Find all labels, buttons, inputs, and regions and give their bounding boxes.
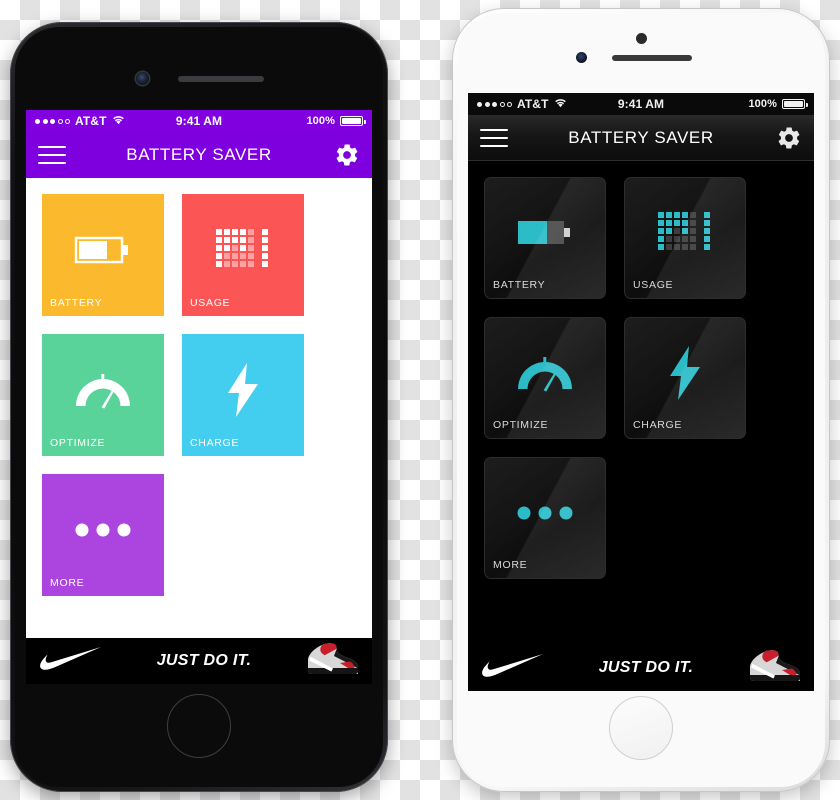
tile-charge[interactable]: CHARGE (182, 334, 304, 456)
proximity-sensor-icon (636, 33, 647, 44)
tile-grid: BATTERY USAGE OPTIMIZE CHARGE MORE (484, 177, 798, 579)
tile-label: BATTERY (50, 297, 103, 309)
black-iphone-screen: AT&T 9:41 AM 100% BATTERY SAVER BATTERY … (26, 110, 372, 684)
app-header: BATTERY SAVER (468, 115, 814, 161)
lightning-bolt-icon (182, 334, 304, 451)
carrier-label: AT&T (75, 114, 107, 128)
sneaker-icon (306, 642, 359, 680)
tile-battery[interactable]: BATTERY (42, 194, 164, 316)
usage-grid-icon (625, 178, 745, 293)
status-bar: AT&T 9:41 AM 100% (468, 93, 814, 115)
ad-slogan: JUST DO IT. (598, 659, 694, 676)
white-iphone-device: AT&T 9:41 AM 100% BATTERY SAVER BATTERY … (452, 8, 830, 792)
hamburger-menu-icon[interactable] (480, 128, 508, 147)
tile-label: USAGE (633, 279, 674, 291)
nike-swoosh-icon (482, 653, 544, 683)
hamburger-menu-icon[interactable] (38, 146, 66, 164)
battery-icon (42, 194, 164, 311)
wifi-icon (112, 114, 125, 128)
sneaker-icon (748, 649, 801, 687)
page-title: BATTERY SAVER (126, 145, 272, 164)
tile-more[interactable]: MORE (42, 474, 164, 596)
tile-label: CHARGE (190, 437, 240, 449)
earpiece-speaker (178, 76, 264, 82)
signal-dots-icon (35, 118, 70, 124)
tile-label: OPTIMIZE (493, 419, 549, 431)
front-camera-icon (136, 72, 149, 85)
home-button[interactable] (609, 696, 673, 760)
front-camera-icon (576, 52, 587, 63)
black-iphone-device: AT&T 9:41 AM 100% BATTERY SAVER BATTERY … (10, 22, 388, 792)
tile-label: USAGE (190, 297, 231, 309)
signal-dots-icon (477, 101, 512, 107)
speedometer-icon (485, 318, 605, 433)
tile-usage[interactable]: USAGE (624, 177, 746, 299)
speedometer-icon (42, 334, 164, 451)
tile-more[interactable]: MORE (484, 457, 606, 579)
wifi-icon (554, 97, 567, 111)
tile-label: MORE (493, 559, 528, 571)
tile-grid-container: BATTERY USAGE OPTIMIZE CHARGE MORE (26, 178, 372, 638)
lightning-bolt-icon (625, 318, 745, 433)
tile-battery[interactable]: BATTERY (484, 177, 606, 299)
tile-charge[interactable]: CHARGE (624, 317, 746, 439)
carrier-label: AT&T (517, 97, 549, 111)
ad-banner[interactable]: JUST DO IT. (468, 645, 814, 691)
gear-icon[interactable] (334, 142, 360, 168)
tile-grid: BATTERY USAGE OPTIMIZE CHARGE MORE (42, 194, 356, 596)
battery-full-icon (340, 116, 366, 126)
earpiece-speaker (612, 55, 692, 61)
app-header: BATTERY SAVER (26, 132, 372, 178)
white-iphone-screen: AT&T 9:41 AM 100% BATTERY SAVER BATTERY … (468, 93, 814, 691)
status-bar: AT&T 9:41 AM 100% (26, 110, 372, 132)
status-bar-left: AT&T (35, 114, 125, 128)
ad-banner[interactable]: JUST DO IT. (26, 638, 372, 684)
tile-grid-container: BATTERY USAGE OPTIMIZE CHARGE MORE (468, 161, 814, 645)
gear-icon[interactable] (776, 125, 802, 151)
home-button[interactable] (167, 694, 231, 758)
tile-label: BATTERY (493, 279, 546, 291)
tile-label: MORE (50, 577, 85, 589)
ad-slogan: JUST DO IT. (156, 652, 252, 669)
battery-full-icon (782, 99, 808, 109)
usage-grid-icon (182, 194, 304, 311)
status-bar-right: 100% (306, 115, 366, 127)
nike-swoosh-icon (40, 646, 102, 676)
tile-label: CHARGE (633, 419, 683, 431)
battery-percent-label: 100% (748, 98, 777, 110)
page-title: BATTERY SAVER (568, 127, 714, 147)
ellipsis-icon (42, 474, 164, 591)
screenshot-stage: AT&T 9:41 AM 100% BATTERY SAVER BATTERY … (0, 0, 840, 800)
battery-icon (485, 178, 605, 293)
status-bar-right: 100% (748, 98, 808, 110)
ellipsis-icon (485, 458, 605, 573)
battery-percent-label: 100% (306, 115, 335, 127)
tile-label: OPTIMIZE (50, 437, 106, 449)
tile-usage[interactable]: USAGE (182, 194, 304, 316)
status-bar-left: AT&T (477, 97, 567, 111)
tile-optimize[interactable]: OPTIMIZE (484, 317, 606, 439)
tile-optimize[interactable]: OPTIMIZE (42, 334, 164, 456)
